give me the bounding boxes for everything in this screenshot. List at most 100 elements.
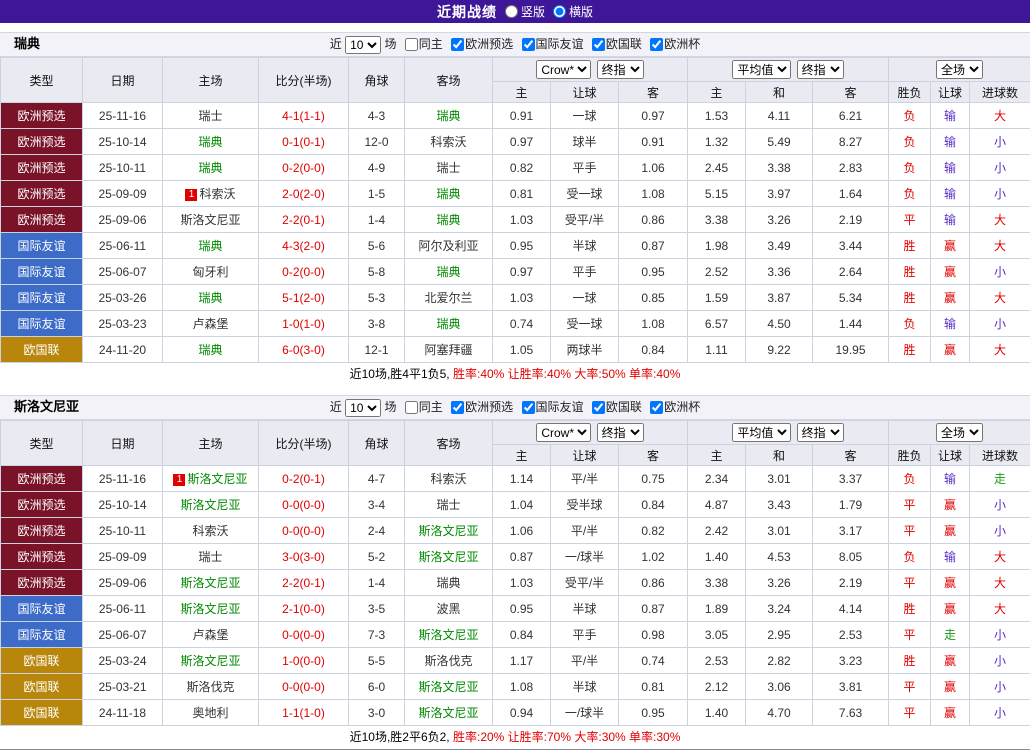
book-home-odds: 1.03 [493,285,551,311]
book-stage-select[interactable]: 终指 [597,60,644,79]
layout-option-horizontal[interactable]: 横版 [553,3,593,20]
full-match-select[interactable]: 全场 [936,60,983,79]
match-score: 4-1(1-1) [259,103,349,129]
eurocup-checkbox[interactable] [650,401,663,414]
result-goals: 小 [970,311,1030,337]
same-home-toggle[interactable]: 同主 [400,37,443,51]
layout-option-vertical[interactable]: 竖版 [505,3,545,20]
result-outcome: 负 [889,311,931,337]
book-odds-group: Crow* 终指 [493,58,688,82]
away-team-cell: 瑞典 [405,311,493,337]
avg-away-odds: 2.83 [813,155,889,181]
home-team-name: 瑞典 [198,291,222,305]
competition-toggle-friendly[interactable]: 国际友谊 [517,37,584,51]
bookmaker-select[interactable]: Crow* [536,60,591,79]
euro-qual-checkbox[interactable] [451,38,464,51]
away-team-cell: 瑞典 [405,570,493,596]
summary-record: 近10场,胜4平1负5, [350,367,450,381]
home-team-name: 瑞典 [198,135,222,149]
match-row: 欧洲预选 25-09-06 斯洛文尼亚 2-2(0-1) 1-4 瑞典 1.03… [1,570,1030,596]
result-goals: 大 [970,570,1030,596]
team-section-sweden: 瑞典 近 10 场 同主 欧洲预选 国际友谊 欧国联 欧洲杯 类型 日期 主场 … [0,32,1030,386]
competition-toggle-friendly[interactable]: 国际友谊 [517,400,584,414]
away-team-name: 瑞典 [436,187,460,201]
result-handicap: 赢 [931,233,970,259]
recent-label: 近 [330,400,342,414]
bookmaker-select[interactable]: Crow* [536,423,591,442]
competition-type-badge: 国际友谊 [1,285,83,311]
match-row: 国际友谊 25-06-11 瑞典 4-3(2-0) 5-6 阿尔及利亚 0.95… [1,233,1030,259]
book-handicap-line: 平/半 [551,518,619,544]
competition-toggle-nations[interactable]: 欧国联 [587,37,642,51]
result-handicap: 赢 [931,570,970,596]
match-date: 25-10-11 [83,518,163,544]
competition-toggle-nations[interactable]: 欧国联 [587,400,642,414]
home-team-cell: 斯洛伐克 [163,674,259,700]
away-team-cell: 科索沃 [405,466,493,492]
match-date: 25-09-06 [83,207,163,233]
match-row: 欧洲预选 25-11-16 1斯洛文尼亚 0-2(0-1) 4-7 科索沃 1.… [1,466,1030,492]
recent-count-select[interactable]: 10 [345,399,381,417]
same-home-toggle[interactable]: 同主 [400,400,443,414]
away-team-cell: 瑞典 [405,259,493,285]
avg-home-odds: 1.40 [688,544,746,570]
avg-home-odds: 6.57 [688,311,746,337]
avg-stage-select[interactable]: 终指 [797,423,844,442]
result-goals: 大 [970,596,1030,622]
same-home-checkbox[interactable] [405,38,418,51]
recent-count-select[interactable]: 10 [345,36,381,54]
section-header: 瑞典 近 10 场 同主 欧洲预选 国际友谊 欧国联 欧洲杯 [0,32,1030,57]
same-home-checkbox[interactable] [405,401,418,414]
match-score: 6-0(3-0) [259,337,349,363]
away-team-cell: 斯洛文尼亚 [405,674,493,700]
away-team-name: 瑞典 [436,109,460,123]
book-away-odds: 0.97 [619,103,688,129]
vertical-radio[interactable] [505,5,518,18]
away-team-name: 瑞典 [436,317,460,331]
book-home-odds: 0.95 [493,596,551,622]
book-home-odds: 1.08 [493,674,551,700]
competition-type-badge: 国际友谊 [1,596,83,622]
nations-checkbox[interactable] [592,38,605,51]
result-goals: 小 [970,259,1030,285]
euro-qual-checkbox[interactable] [451,401,464,414]
page-title: 近期战绩 [437,2,497,22]
result-outcome: 胜 [889,259,931,285]
result-outcome: 平 [889,492,931,518]
average-select[interactable]: 平均值 [732,60,791,79]
home-team-name: 卢森堡 [192,628,228,642]
competition-type-badge: 国际友谊 [1,622,83,648]
result-goals: 大 [970,103,1030,129]
full-match-select[interactable]: 全场 [936,423,983,442]
red-card-badge: 1 [173,474,185,486]
col-avg-home: 主 [688,445,746,466]
average-select[interactable]: 平均值 [732,423,791,442]
competition-toggle-eurocup[interactable]: 欧洲杯 [645,37,700,51]
book-home-odds: 0.74 [493,311,551,337]
competition-toggle-euro-qual[interactable]: 欧洲预选 [446,37,513,51]
horizontal-radio[interactable] [553,5,566,18]
friendly-checkbox[interactable] [522,38,535,51]
col-book-away: 客 [619,445,688,466]
home-team-name: 瑞典 [198,343,222,357]
away-team-name: 斯洛伐克 [424,654,472,668]
avg-stage-select[interactable]: 终指 [797,60,844,79]
match-date: 25-11-16 [83,466,163,492]
away-team-name: 瑞典 [436,265,460,279]
match-score: 0-0(0-0) [259,674,349,700]
match-score: 1-0(0-0) [259,648,349,674]
home-team-name: 瑞典 [198,161,222,175]
result-outcome: 负 [889,129,931,155]
home-team-cell: 匈牙利 [163,259,259,285]
eurocup-checkbox[interactable] [650,38,663,51]
avg-home-odds: 2.45 [688,155,746,181]
book-away-odds: 1.08 [619,181,688,207]
book-stage-select[interactable]: 终指 [597,423,644,442]
nations-checkbox[interactable] [592,401,605,414]
competition-toggle-euro-qual[interactable]: 欧洲预选 [446,400,513,414]
friendly-label: 国际友谊 [536,37,584,51]
book-home-odds: 0.84 [493,622,551,648]
friendly-checkbox[interactable] [522,401,535,414]
games-label: 场 [384,400,396,414]
competition-toggle-eurocup[interactable]: 欧洲杯 [645,400,700,414]
